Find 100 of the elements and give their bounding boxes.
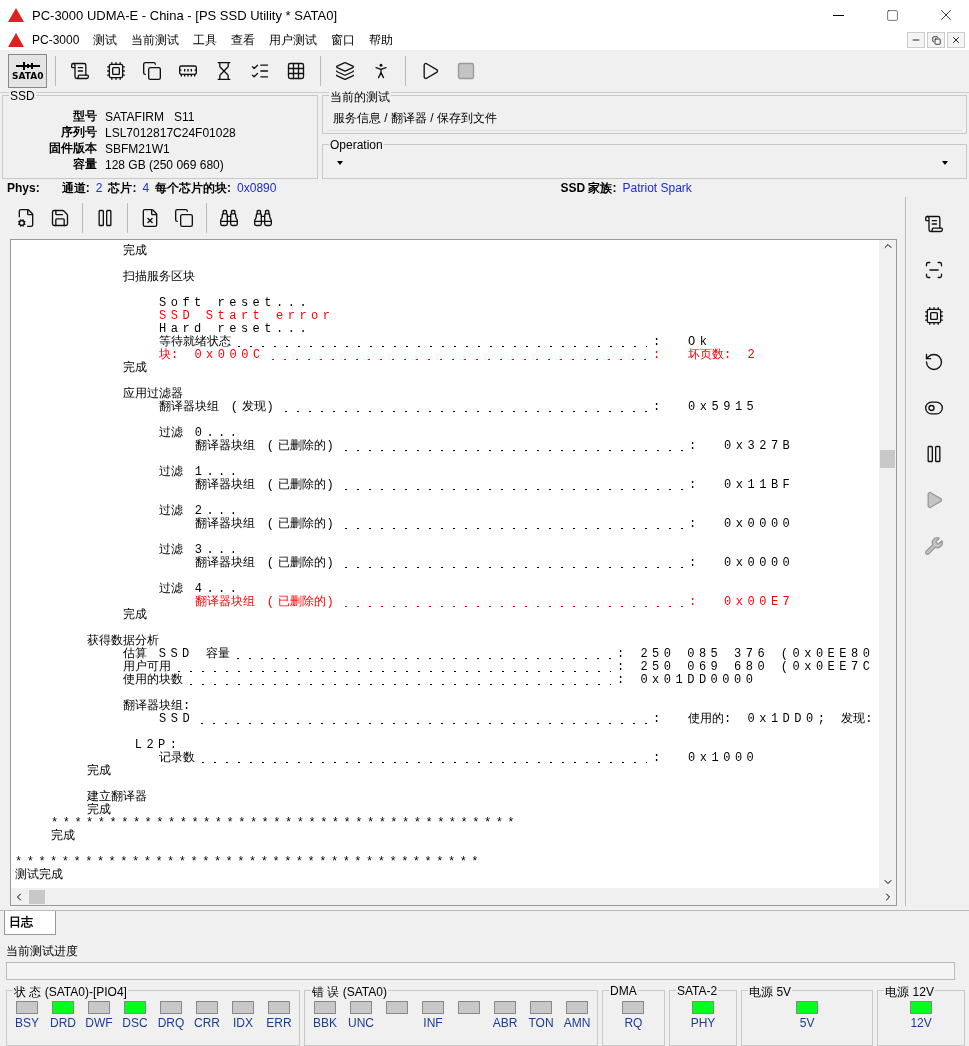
group-title: DMA xyxy=(609,984,638,998)
led-label: DRD xyxy=(50,1016,76,1030)
log-line: 扫描服务区块 xyxy=(123,269,196,283)
wrench-icon xyxy=(924,536,944,556)
reset-icon xyxy=(924,352,944,372)
field-value: 128 GB (250 069 680) xyxy=(105,157,225,172)
log-line: 过滤 2... xyxy=(159,503,242,517)
group-title: 状 态 (SATA0)-[PIO4] xyxy=(13,984,128,1001)
dropdown-caret-icon[interactable] xyxy=(942,161,948,165)
log-line: 测试完成 xyxy=(15,867,64,881)
log-label: 记录数 xyxy=(159,750,195,764)
phys-item-label: 通道: xyxy=(61,179,90,197)
menu-item[interactable]: 查看 xyxy=(225,29,262,51)
field-value: LSL7012817C24F01028 xyxy=(105,125,237,140)
field-label: 序列号 xyxy=(60,124,97,141)
window-title: PC-3000 UDMA-E - China - [PS SSD Utility * SATA0] xyxy=(32,7,339,23)
log-label: 块: 0x000C xyxy=(159,347,265,361)
led-label: CRR xyxy=(194,1016,220,1030)
group-title: SATA-2 xyxy=(675,984,719,998)
log-value: : 0x0000 xyxy=(689,516,795,530)
vertical-scrollbar[interactable] xyxy=(879,239,896,888)
close-button[interactable] xyxy=(947,32,965,48)
phys-item-value: 0x0890 xyxy=(237,181,277,195)
chip-icon xyxy=(924,306,944,326)
log-label: 估算 SSD 容量 xyxy=(123,646,230,660)
log-value: : 0x1000 xyxy=(653,750,759,764)
phys-item-label: 每个芯片的块: xyxy=(155,179,232,197)
scrollbar-thumb[interactable] xyxy=(29,889,45,904)
family-value: Patriot Spark xyxy=(622,181,692,195)
led-label: UNC xyxy=(348,1016,374,1030)
minimize-button[interactable] xyxy=(907,32,925,48)
menu-item[interactable]: 当前测试 xyxy=(125,29,186,51)
field-label: 容量 xyxy=(72,156,97,173)
log-line: 建立翻译器 xyxy=(87,789,148,803)
horizontal-scrollbar[interactable] xyxy=(11,888,896,905)
menu-item[interactable]: 测试 xyxy=(87,29,124,51)
log-label: SSD xyxy=(159,711,195,725)
field-label: 型号 xyxy=(72,108,97,125)
log-label: 翻译器块组 (已删除的) xyxy=(195,477,339,491)
log-label: 用户可用 xyxy=(123,659,171,673)
log-label: 翻译器块组 (已删除的) xyxy=(195,516,339,530)
menu-item[interactable]: 窗口 xyxy=(325,29,362,51)
grid-icon xyxy=(286,61,307,81)
log-line: **************************************** xyxy=(51,815,521,829)
dropdown-caret-icon[interactable] xyxy=(337,161,343,165)
file-gear-icon xyxy=(16,207,36,228)
panel-title: 当前的测试 xyxy=(329,89,391,106)
log-line: 完成 xyxy=(87,802,111,816)
port-button[interactable]: SATA0 xyxy=(8,54,48,88)
led-label: DRQ xyxy=(157,1016,185,1030)
log-label: 翻译器块组 (已删除的) xyxy=(195,555,339,569)
log-value: : 0x01DD0000 xyxy=(617,672,758,686)
log-line: 完成 xyxy=(87,763,112,777)
log-value: : 0x0000 xyxy=(689,555,795,569)
log-value: : 0x5915 xyxy=(653,399,759,413)
log-label: 翻译器块组 (发现) xyxy=(159,399,279,413)
current-test-value: 服务信息 / 翻译器 / 保存到文件 xyxy=(327,108,962,131)
log-label: 使用的块数 xyxy=(123,672,183,686)
scrollbar-thumb[interactable] xyxy=(880,449,895,468)
log-line: 完成 xyxy=(123,607,148,621)
menu-item[interactable]: 用户测试 xyxy=(263,29,324,51)
log-value: : 250 085 376 (0x0EE80 xyxy=(617,646,875,660)
menu-item[interactable]: 帮助 xyxy=(363,29,400,51)
menu-item[interactable]: 工具 xyxy=(187,29,224,51)
led-label: 5V xyxy=(799,1016,815,1030)
phys-item-label: 芯片: xyxy=(108,179,137,197)
group-title: 电源 5V xyxy=(748,984,793,1001)
group-title: 错 误 (SATA0) xyxy=(311,984,388,1001)
family-label: SSD 家族: xyxy=(560,179,617,197)
led-label: ABR xyxy=(492,1016,518,1030)
scroll-icon xyxy=(924,214,944,234)
log-value: : 坏页数: 2 xyxy=(653,347,760,361)
file-x-icon xyxy=(140,207,160,228)
log-label: 翻译器块组 (已删除的) xyxy=(195,594,339,608)
led-label: DWF xyxy=(85,1016,113,1030)
field-value: SBFM21W1 xyxy=(105,141,171,156)
log-line: Hard reset... xyxy=(159,321,313,335)
log-value: : 使用的: 0x1DD0; 发现: xyxy=(653,711,877,725)
led-label: 12V xyxy=(910,1016,932,1030)
minimize-icon xyxy=(832,14,844,16)
led-label: ERR xyxy=(266,1016,292,1030)
log-value: : 250 069 680 (0x0EE7C xyxy=(617,659,875,673)
led-label: BSY xyxy=(15,1016,39,1030)
log-line: L2P: xyxy=(133,737,182,751)
app-logo-icon xyxy=(8,8,24,22)
led-label: BBK xyxy=(313,1016,337,1030)
log-value: : Ok xyxy=(653,334,712,348)
phys-item-value: 2 xyxy=(95,181,103,195)
menu-item[interactable]: PC-3000 xyxy=(26,31,86,49)
connector-icon xyxy=(15,61,40,71)
stop-icon xyxy=(456,61,477,81)
layers-icon xyxy=(335,61,356,81)
copy-icon xyxy=(142,61,163,81)
tab[interactable]: 日志 xyxy=(4,911,56,935)
binoculars-icon xyxy=(219,207,239,228)
log-label: 翻译器块组 (已删除的) xyxy=(195,438,339,452)
log-line: Soft reset... xyxy=(159,295,313,309)
field-value: SATAFIRM S11 xyxy=(105,109,196,124)
restore-button[interactable] xyxy=(927,32,945,48)
copy-icon xyxy=(174,207,194,228)
